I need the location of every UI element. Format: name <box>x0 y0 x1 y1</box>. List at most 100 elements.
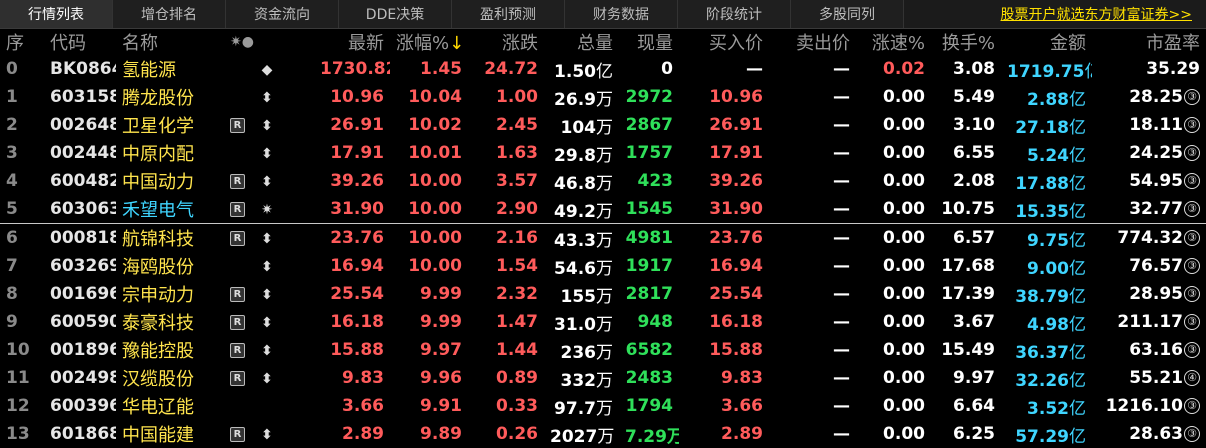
bid-price: 9.83 <box>721 368 763 388</box>
sort-desc-icon: ↓ <box>449 33 465 54</box>
col-header-amount[interactable]: 金额 <box>1001 29 1092 55</box>
amount-number: 38.79 <box>1015 286 1069 307</box>
speed: 0.00 <box>883 340 925 360</box>
amount: 4.98亿 <box>1001 308 1092 336</box>
amount-unit: 亿 <box>1069 89 1086 110</box>
pe-ratio: 54.95 ③ <box>1092 167 1206 195</box>
volume-number: 49.2 <box>554 201 596 222</box>
col-header-speed[interactable]: 涨速% <box>856 29 931 55</box>
marks-cell: R <box>224 420 254 448</box>
table-row[interactable]: 5 603063 禾望电气 R ✷ 31.90 10.00 2.90 49.2万… <box>0 195 1206 224</box>
volume-unit: 万 <box>596 201 613 222</box>
volume-unit: 万 <box>596 342 613 363</box>
speed: 0.00 <box>883 424 925 444</box>
table-row[interactable]: 8 001696 宗申动力 R ⬍ 25.54 9.99 2.32 155万 2… <box>0 280 1206 308</box>
pe-number: 28.95 <box>1129 284 1183 304</box>
table-row[interactable]: 3 002448 中原内配 ⬍ 17.91 10.01 1.63 29.8万 1… <box>0 139 1206 167</box>
tab-dde[interactable]: DDE决策 <box>339 0 452 28</box>
table-row[interactable]: 12 600396 华电辽能 3.66 9.91 0.33 97.7万 1794… <box>0 392 1206 420</box>
col-header-cur-vol[interactable]: 现量 <box>619 29 679 55</box>
volume-unit: 万 <box>596 173 613 194</box>
tab-period-stats[interactable]: 阶段统计 <box>678 0 791 28</box>
amount-number: 3.52 <box>1027 398 1069 419</box>
table-row[interactable]: 0 BK0864 氢能源 ◆ 1730.82 1.45 24.72 1.50亿 … <box>0 55 1206 83</box>
table-row[interactable]: 2 002648 卫星化学 R ⬍ 26.91 10.02 2.45 104万 … <box>0 111 1206 139</box>
table-row[interactable]: 11 002498 汉缆股份 R ⬍ 9.83 9.96 0.89 332万 2… <box>0 364 1206 392</box>
turnover: 3.67 <box>953 312 995 332</box>
row-index: 8 <box>6 284 18 304</box>
col-header-pe[interactable]: 市盈率 <box>1092 29 1206 55</box>
amount: 36.37亿 <box>1001 336 1092 364</box>
col-header-marks[interactable]: ✷● <box>224 29 254 55</box>
turnover: 6.57 <box>931 223 1001 252</box>
pe-rank-icon: ③ <box>1184 89 1200 105</box>
table-row[interactable]: 1 603158 腾龙股份 ⬍ 10.96 10.04 1.00 26.9万 2… <box>0 83 1206 111</box>
col-header-price[interactable]: 最新 <box>254 29 390 55</box>
pe-ratio: 35.29 <box>1092 55 1206 83</box>
total-volume: 236万 <box>544 336 619 364</box>
mark-cell: ⬍ <box>254 280 314 308</box>
table-row[interactable]: 4 600482 中国动力 R ⬍ 39.26 10.00 3.57 46.8万… <box>0 167 1206 195</box>
turnover: 6.25 <box>953 424 995 444</box>
stock-name: 海鸥股份 <box>116 252 224 280</box>
amount: 3.52亿 <box>1001 392 1092 420</box>
tab-market-list[interactable]: 行情列表 <box>0 0 113 28</box>
tab-multi-stock[interactable]: 多股同列 <box>791 0 904 28</box>
current-volume: 1757 <box>625 143 673 163</box>
amount-unit: 亿 <box>1069 117 1086 138</box>
total-volume: 332万 <box>544 364 619 392</box>
tab-financial-data[interactable]: 财务数据 <box>565 0 678 28</box>
tab-position-rank[interactable]: 增仓排名 <box>113 0 226 28</box>
row-mark-icon: ⬍ <box>261 174 273 190</box>
change-amt: 2.90 <box>496 199 538 219</box>
row-index: 6 <box>0 223 44 252</box>
tab-fund-flow[interactable]: 资金流向 <box>226 0 339 28</box>
mark-cell: ⬍ <box>254 420 314 448</box>
stock-name-text: 海鸥股份 <box>122 257 194 278</box>
volume-number: 104 <box>560 117 597 138</box>
pe-number: 211.17 <box>1117 312 1183 332</box>
turnover: 10.75 <box>941 199 995 219</box>
change-pct: 10.00 <box>408 256 462 276</box>
amount-unit: 亿 <box>1069 286 1086 307</box>
mark-cell: ⬍ <box>254 139 314 167</box>
amount: 5.24亿 <box>1001 139 1092 167</box>
table-row[interactable]: 9 600590 泰豪科技 R ⬍ 16.18 9.99 1.47 31.0万 … <box>0 308 1206 336</box>
marks-cell: R <box>224 336 254 364</box>
col-header-change[interactable]: 涨跌 <box>468 29 544 55</box>
col-header-idx[interactable]: 序 <box>0 29 44 55</box>
col-header-name[interactable]: 名称 <box>116 29 224 55</box>
table-row[interactable]: 7 603269 海鸥股份 ⬍ 16.94 10.00 1.54 54.6万 1… <box>0 252 1206 280</box>
price: 10.96 <box>330 87 384 107</box>
ask-price: — <box>833 256 850 276</box>
r-badge: R <box>230 314 245 330</box>
marks-cell: R <box>224 195 254 224</box>
amount-number: 17.88 <box>1015 173 1069 194</box>
pe-number: 63.16 <box>1129 340 1183 360</box>
amount: 1719.75亿 <box>1001 55 1092 83</box>
col-header-turnover[interactable]: 换手% <box>931 29 1001 55</box>
table-row[interactable]: 10 001896 豫能控股 R ⬍ 15.88 9.97 1.44 236万 … <box>0 336 1206 364</box>
pe-rank-icon: ③ <box>1184 230 1200 246</box>
turnover: 2.08 <box>953 171 995 191</box>
col-header-code[interactable]: 代码 <box>44 29 116 55</box>
amount: 57.29亿 <box>1001 420 1092 448</box>
marks-cell <box>224 55 254 83</box>
price: 25.54 <box>330 284 384 304</box>
promo-link[interactable]: 股票开户就选东方财富证券>> <box>1001 0 1206 28</box>
col-header-volume[interactable]: 总量 <box>544 29 619 55</box>
col-header-pct[interactable]: 涨幅%↓ <box>390 29 468 55</box>
stock-code: 600396 <box>50 396 116 416</box>
bid-price: 15.88 <box>709 340 763 360</box>
col-header-ask[interactable]: 卖出价 <box>769 29 856 55</box>
pe-number: 28.25 <box>1129 87 1183 107</box>
marks-cell <box>224 139 254 167</box>
table-row[interactable]: 6 000818 航锦科技 R ⬍ 23.76 10.00 2.16 43.3万… <box>0 223 1206 252</box>
total-volume: 2027万 <box>544 420 619 448</box>
table-row[interactable]: 13 601868 中国能建 R ⬍ 2.89 9.89 0.26 2027万 … <box>0 420 1206 448</box>
tab-profit-forecast[interactable]: 盈利预测 <box>452 0 565 28</box>
price: 23.76 <box>314 223 390 252</box>
stock-name: 汉缆股份 <box>116 364 224 392</box>
stock-code: 002448 <box>50 143 116 163</box>
col-header-bid[interactable]: 买入价 <box>679 29 769 55</box>
